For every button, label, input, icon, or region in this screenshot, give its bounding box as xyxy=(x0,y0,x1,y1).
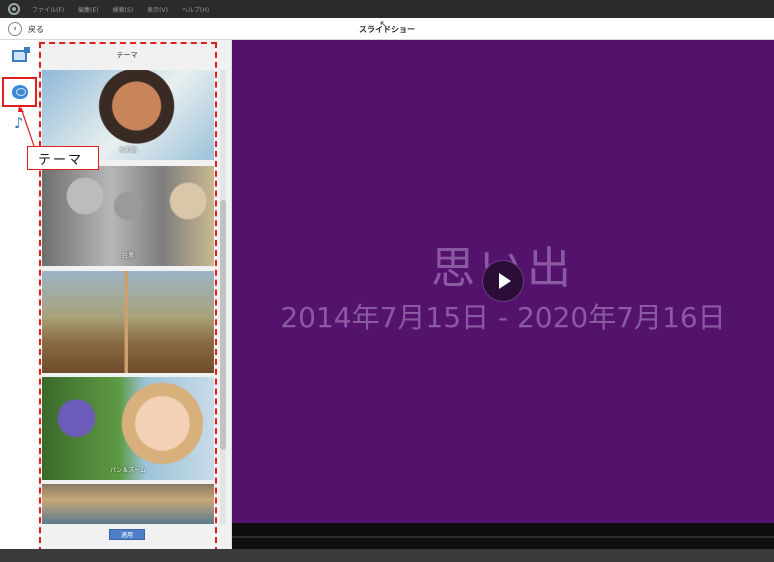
menu-bar: ファイル(F) 編集(E) 検索(S) 表示(V) ヘルプ(H) xyxy=(0,0,774,18)
panel-title: テーマ xyxy=(116,51,138,59)
panel-scrollbar[interactable] xyxy=(220,70,226,525)
theme-panel: テーマ 水彩画 白黒 パン＆ズーム 適用 xyxy=(38,40,232,549)
sidebar-item-theme[interactable] xyxy=(2,77,37,107)
bottom-bar xyxy=(0,549,774,562)
theme-thumbnail-5[interactable] xyxy=(42,484,214,524)
theme-label: 白黒 xyxy=(121,253,134,260)
play-button[interactable] xyxy=(482,260,524,302)
app-logo-icon xyxy=(8,3,20,15)
play-icon xyxy=(499,273,511,289)
slideshow-preview: 思い出 2014年7月15日 - 2020年7月16日 xyxy=(232,40,774,523)
apply-button[interactable]: 適用 xyxy=(109,529,145,540)
theme-thumbnail-monochrome[interactable]: 白黒 xyxy=(42,166,214,266)
callout-arrow xyxy=(18,106,35,147)
menu-search[interactable]: 検索(S) xyxy=(113,5,134,14)
menu-edit[interactable]: 編集(E) xyxy=(78,5,98,14)
theme-thumbnail-pan-zoom[interactable]: パン＆ズーム xyxy=(42,377,214,480)
menu-view[interactable]: 表示(V) xyxy=(147,5,168,14)
callout-label: テーマ xyxy=(27,146,99,170)
theme-label: パン＆ズーム xyxy=(109,467,147,474)
photo-icon[interactable] xyxy=(12,47,30,62)
menu-help[interactable]: ヘルプ(H) xyxy=(182,5,209,14)
scrollbar-thumb[interactable] xyxy=(220,200,226,450)
theme-thumbnail-collage[interactable] xyxy=(42,271,214,373)
header-bar: ‹ 戻る スライドショー ↖ xyxy=(0,18,774,40)
timeline-track xyxy=(232,536,774,538)
timeline-strip[interactable] xyxy=(232,523,774,549)
menu-file[interactable]: ファイル(F) xyxy=(32,5,64,14)
app-window: ファイル(F) 編集(E) 検索(S) 表示(V) ヘルプ(H) ‹ 戻る スラ… xyxy=(0,0,774,562)
theme-icon xyxy=(11,85,28,99)
mouse-cursor-icon: ↖ xyxy=(379,18,389,31)
slideshow-date-range: 2014年7月15日 - 2020年7月16日 xyxy=(280,301,726,334)
